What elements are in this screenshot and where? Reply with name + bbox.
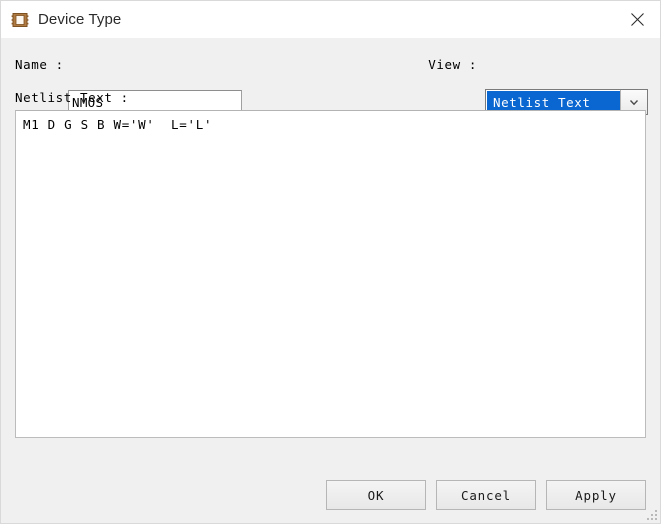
cancel-button[interactable]: Cancel xyxy=(436,480,536,510)
dialog-body: Name : View : Netlist Text Netlist Text … xyxy=(1,38,660,523)
view-label: View : xyxy=(428,57,477,72)
apply-button[interactable]: Apply xyxy=(546,480,646,510)
device-type-dialog: Device Type Name : View : Netlist Text N… xyxy=(0,0,661,524)
netlist-text-label: Netlist Text : xyxy=(15,90,129,105)
close-icon xyxy=(630,13,644,26)
netlist-text-input[interactable] xyxy=(15,110,646,438)
device-chip-icon xyxy=(11,11,29,29)
resize-grip[interactable] xyxy=(645,508,658,521)
name-label: Name : xyxy=(15,57,64,72)
titlebar: Device Type xyxy=(1,1,660,38)
close-button[interactable] xyxy=(614,1,660,38)
ok-button[interactable]: OK xyxy=(326,480,426,510)
window-title: Device Type xyxy=(38,11,122,28)
